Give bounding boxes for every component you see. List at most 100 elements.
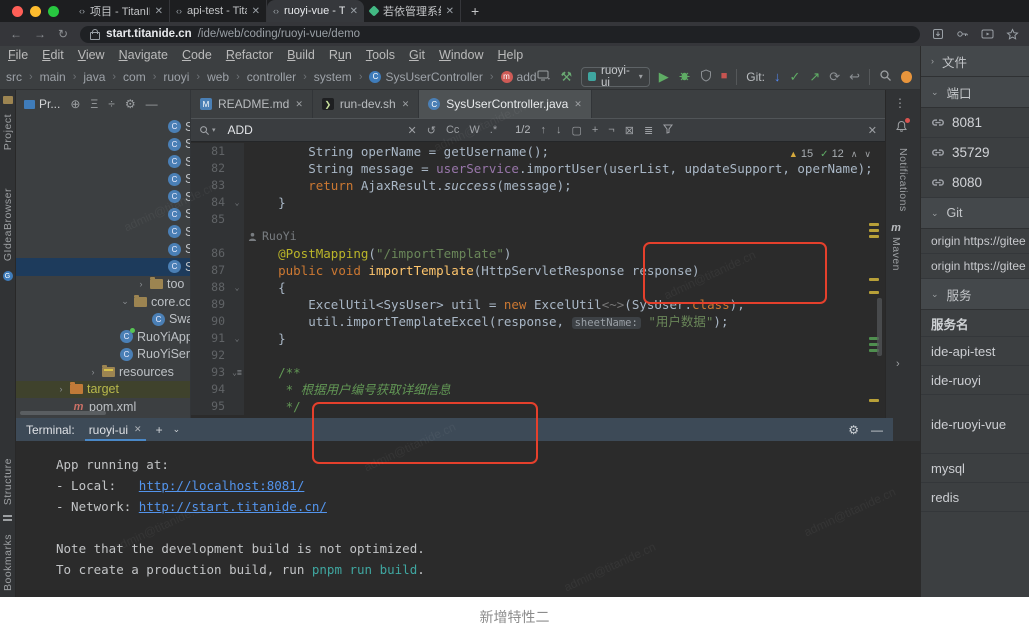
- match-case-toggle[interactable]: Cc: [446, 124, 459, 136]
- toolwindow-tab-gideabrowser[interactable]: GIdeaBrowser: [2, 188, 14, 261]
- terminal-output[interactable]: App running at:- Local: http://localhost…: [16, 441, 920, 597]
- git-remote-row[interactable]: origin https://gitee: [921, 254, 1029, 279]
- service-row[interactable]: ide-ruoyi-vue: [921, 395, 1029, 454]
- tree-item[interactable]: ›target: [16, 381, 190, 399]
- tree-expand-icon[interactable]: ›: [136, 279, 146, 289]
- clear-search-icon[interactable]: ✕: [408, 124, 417, 137]
- monitor-dropdown-icon[interactable]: [537, 70, 552, 84]
- project-tab[interactable]: Pr...: [24, 97, 60, 111]
- tree-item[interactable]: CRuoYiApp: [16, 328, 190, 346]
- regex-toggle[interactable]: .*: [490, 124, 497, 136]
- notifications-bell-icon[interactable]: [895, 120, 908, 133]
- select-in-scope-icon[interactable]: ⊠: [625, 124, 634, 137]
- tree-item[interactable]: CS: [16, 153, 190, 171]
- terminal-link[interactable]: http://start.titanide.cn/: [139, 499, 327, 514]
- close-window-button[interactable]: [12, 6, 23, 17]
- menu-item-build[interactable]: Build: [287, 48, 315, 62]
- tree-item[interactable]: CS: [16, 118, 190, 136]
- fold-marker[interactable]: ⌄: [230, 330, 244, 347]
- menu-item-edit[interactable]: Edit: [42, 48, 64, 62]
- breadcrumb-item[interactable]: src: [6, 70, 22, 84]
- port-row[interactable]: 8080: [921, 168, 1029, 198]
- tree-item[interactable]: CSwa: [16, 311, 190, 329]
- previous-match-icon[interactable]: ↑: [540, 124, 546, 136]
- menu-item-help[interactable]: Help: [497, 48, 523, 62]
- coverage-icon[interactable]: [700, 69, 712, 85]
- expand-panel-chevron-icon[interactable]: ›: [896, 358, 900, 370]
- close-tab-icon[interactable]: ✕: [402, 99, 410, 110]
- service-row[interactable]: redis: [921, 483, 1029, 512]
- browser-tab[interactable]: 若依管理系统✕: [364, 0, 461, 22]
- run-configuration-select[interactable]: ruoyi-ui ▾: [581, 67, 650, 87]
- editor-tab[interactable]: ❯run-dev.sh✕: [313, 90, 419, 118]
- terminal-dropdown-icon[interactable]: ⌄: [173, 424, 181, 435]
- url-bar[interactable]: start.titanide.cn/ide/web/coding/ruoyi-v…: [80, 26, 920, 43]
- horizontal-scrollbar[interactable]: [20, 411, 106, 415]
- menu-item-refactor[interactable]: Refactor: [226, 48, 273, 62]
- add-selection-icon[interactable]: +: [592, 124, 598, 136]
- tree-item[interactable]: ⌄core.co: [16, 293, 190, 311]
- tree-item[interactable]: CS: [16, 206, 190, 224]
- whole-words-toggle[interactable]: W: [469, 124, 479, 136]
- close-tab-icon[interactable]: ✕: [574, 99, 582, 110]
- tab-close-icon[interactable]: ✕: [446, 6, 454, 17]
- inspection-widget[interactable]: ▲ 15 ✓ 12 ∧ ∨: [789, 148, 871, 160]
- gear-icon[interactable]: ⚙: [125, 97, 136, 111]
- scrollbar-thumb[interactable]: [877, 298, 882, 356]
- build-hammer-icon[interactable]: ⚒: [561, 70, 573, 83]
- tree-item[interactable]: CS: [16, 258, 190, 276]
- tree-expand-icon[interactable]: ›: [88, 367, 98, 377]
- breadcrumb-item[interactable]: controller: [247, 70, 296, 84]
- terminal-settings-gear-icon[interactable]: ⚙: [848, 423, 859, 437]
- stop-icon[interactable]: ■: [721, 71, 728, 82]
- toolwindow-tab-project[interactable]: Project: [2, 114, 14, 150]
- search-history-icon[interactable]: ↺: [427, 124, 436, 137]
- editor-options-kebab-icon[interactable]: ⋮: [894, 96, 906, 110]
- tree-item[interactable]: CS: [16, 188, 190, 206]
- section-git[interactable]: ⌄ Git: [921, 198, 1029, 229]
- zoom-window-button[interactable]: [48, 6, 59, 17]
- service-row[interactable]: mysql: [921, 454, 1029, 483]
- port-row[interactable]: 8081: [921, 108, 1029, 138]
- locate-file-icon[interactable]: ⊕: [70, 97, 80, 111]
- service-row[interactable]: ide-api-test: [921, 337, 1029, 366]
- new-terminal-icon[interactable]: +: [156, 423, 163, 437]
- fold-marker[interactable]: ⌄≣: [230, 364, 244, 381]
- forward-icon[interactable]: →: [34, 27, 46, 41]
- filter-icon[interactable]: [663, 124, 673, 137]
- filter-lines-icon[interactable]: ≣: [644, 124, 653, 137]
- terminal-tab[interactable]: ruoyi-ui ✕: [85, 418, 146, 441]
- find-input[interactable]: ADD: [228, 123, 398, 137]
- git-push-icon[interactable]: ↗: [809, 70, 820, 83]
- bookmark-star-icon[interactable]: [1006, 28, 1019, 41]
- close-find-icon[interactable]: ✕: [868, 124, 877, 137]
- rollback-icon[interactable]: ↩: [849, 70, 860, 83]
- editor-tab[interactable]: MREADME.md✕: [191, 90, 313, 118]
- menu-item-file[interactable]: File: [8, 48, 28, 62]
- breadcrumb-item[interactable]: web: [207, 70, 229, 84]
- git-remote-row[interactable]: origin https://gitee: [921, 229, 1029, 254]
- tree-item[interactable]: CRuoYiSer: [16, 346, 190, 364]
- search-everywhere-icon[interactable]: [879, 69, 892, 85]
- toolwindow-tab-bookmarks[interactable]: Bookmarks: [2, 534, 14, 591]
- git-commit-icon[interactable]: ✓: [789, 70, 800, 83]
- menu-item-tools[interactable]: Tools: [366, 48, 395, 62]
- menu-item-window[interactable]: Window: [439, 48, 483, 62]
- prev-issue-icon[interactable]: ∧: [851, 149, 858, 160]
- expand-all-icon[interactable]: ÷: [108, 97, 115, 111]
- tab-close-icon[interactable]: ✕: [252, 6, 260, 17]
- hide-panel-icon[interactable]: —: [146, 97, 158, 111]
- media-icon[interactable]: [981, 28, 994, 40]
- password-key-icon[interactable]: [956, 28, 969, 40]
- fold-marker[interactable]: ⌄: [230, 194, 244, 211]
- section-services[interactable]: ⌄ 服务: [921, 279, 1029, 310]
- menu-item-run[interactable]: Run: [329, 48, 352, 62]
- debug-icon[interactable]: [678, 69, 691, 85]
- history-icon[interactable]: ⟳: [829, 70, 840, 83]
- reload-icon[interactable]: ↻: [58, 27, 68, 41]
- menu-item-git[interactable]: Git: [409, 48, 425, 62]
- browser-tab[interactable]: ‹›ruoyi-vue - TitanIDE✕: [267, 0, 364, 22]
- new-tab-button[interactable]: +: [471, 3, 479, 19]
- run-icon[interactable]: ▶: [659, 70, 669, 83]
- breadcrumb-item[interactable]: system: [314, 70, 352, 84]
